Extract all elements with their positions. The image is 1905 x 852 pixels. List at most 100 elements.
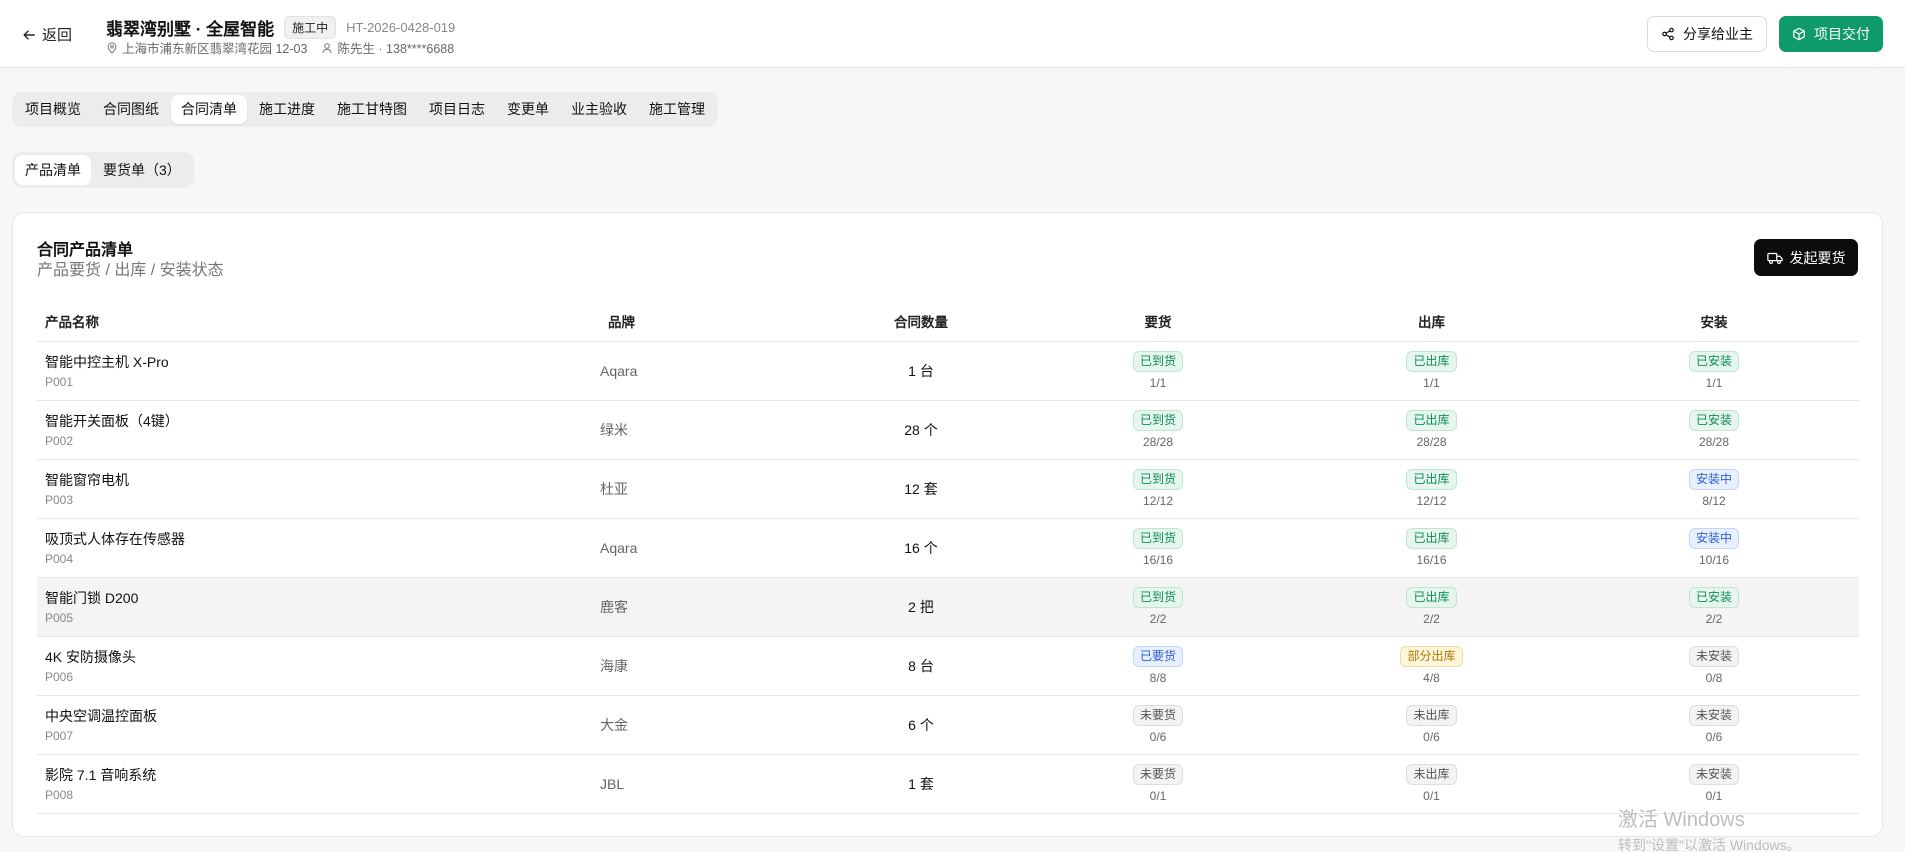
subtab-requisitions[interactable]: 要货单（3）	[93, 155, 191, 185]
product-code: P005	[45, 611, 74, 625]
outbound-status-badge: 未出库	[1406, 764, 1457, 785]
installation-status-badge: 已安装	[1688, 587, 1739, 608]
requisition-status-badge: 已要货	[1132, 646, 1183, 667]
requisition-progress: 1/1	[1149, 376, 1167, 390]
product-cell: 智能门锁 D200 P005	[37, 577, 600, 637]
brand-cell: 绿米	[600, 400, 820, 460]
product-name: 智能中控主机 X-Pro	[45, 354, 169, 370]
installation-status-badge: 未安装	[1688, 764, 1739, 785]
outbound-progress: 16/16	[1416, 553, 1447, 567]
product-code: P001	[45, 375, 74, 389]
subtab-product-list[interactable]: 产品清单	[15, 155, 91, 185]
outbound-progress: 0/1	[1423, 789, 1440, 803]
location-pin-icon	[107, 41, 117, 54]
contract-qty-cell: 6 个	[820, 695, 1022, 755]
back-button[interactable]: 返回	[22, 24, 72, 45]
requisition-progress: 8/8	[1149, 671, 1167, 685]
tab-progress[interactable]: 施工进度	[249, 95, 325, 124]
outbound-progress: 2/2	[1423, 612, 1440, 626]
contract-qty-cell: 1 套	[820, 754, 1022, 814]
tab-contract-drawings[interactable]: 合同图纸	[93, 95, 169, 124]
tab-project-log[interactable]: 项目日志	[419, 95, 495, 124]
brand-cell: 杜亚	[600, 459, 820, 519]
outbound-progress: 12/12	[1416, 494, 1447, 508]
contract-product-card: 合同产品清单 产品要货 / 出库 / 安装状态 发起要货 产品名称 品牌 合同数…	[12, 212, 1883, 837]
table-row[interactable]: 智能门锁 D200 P005 鹿客 2 把 已到货 2/2 已出库 2/2 已安…	[37, 577, 1859, 637]
installation-cell: 安装中 10/16	[1569, 518, 1859, 578]
share-icon	[1662, 27, 1674, 41]
requisition-status-badge: 已到货	[1132, 528, 1183, 549]
installation-progress: 0/6	[1705, 730, 1723, 744]
tab-contract-list[interactable]: 合同清单	[171, 95, 247, 124]
watermark-line1: 激活 Windows	[1618, 809, 1745, 831]
tab-gantt[interactable]: 施工甘特图	[327, 95, 417, 124]
outbound-progress: 4/8	[1423, 671, 1440, 685]
requisition-cell: 已到货 28/28	[1022, 400, 1294, 460]
requisition-cell: 未要货 0/6	[1022, 695, 1294, 755]
table-row[interactable]: 4K 安防摄像头 P006 海康 8 台 已要货 8/8 部分出库 4/8 未安…	[37, 636, 1859, 696]
installation-cell: 已安装 28/28	[1569, 400, 1859, 460]
brand-cell: 鹿客	[600, 577, 820, 637]
product-name: 中央空调温控面板	[45, 708, 157, 724]
installation-progress: 0/1	[1705, 789, 1723, 803]
product-code: P007	[45, 729, 74, 743]
contract-qty-cell: 28 个	[820, 400, 1022, 460]
share-to-owner-button[interactable]: 分享给业主	[1647, 16, 1767, 52]
product-table: 产品名称 品牌 合同数量 要货 出库 安装 智能中控主机 X-Pro P001 …	[37, 302, 1859, 814]
table-row[interactable]: 智能窗帘电机 P003 杜亚 12 套 已到货 12/12 已出库 12/12 …	[37, 459, 1859, 519]
table-row[interactable]: 影院 7.1 音响系统 P008 JBL 1 套 未要货 0/1 未出库 0/1…	[37, 754, 1859, 814]
table-row[interactable]: 吸顶式人体存在传感器 P004 Aqara 16 个 已到货 16/16 已出库…	[37, 518, 1859, 578]
installation-cell: 未安装 0/8	[1569, 636, 1859, 696]
col-brand: 品牌	[600, 302, 820, 342]
main-tabs: 项目概览 合同图纸 合同清单 施工进度 施工甘特图 项目日志 变更单 业主验收 …	[12, 92, 718, 127]
brand-cell: JBL	[600, 754, 820, 814]
tab-overview[interactable]: 项目概览	[15, 95, 91, 124]
installation-progress: 8/12	[1702, 494, 1726, 508]
installation-status-badge: 未安装	[1688, 705, 1739, 726]
outbound-status-badge: 已出库	[1406, 469, 1457, 490]
product-name: 智能门锁 D200	[45, 590, 139, 606]
table-body: 智能中控主机 X-Pro P001 Aqara 1 台 已到货 1/1 已出库 …	[37, 341, 1859, 814]
outbound-cell: 已出库 2/2	[1294, 577, 1569, 637]
table-row[interactable]: 智能中控主机 X-Pro P001 Aqara 1 台 已到货 1/1 已出库 …	[37, 341, 1859, 401]
project-deliver-button[interactable]: 项目交付	[1779, 16, 1883, 52]
installation-status-badge: 已安装	[1688, 351, 1739, 372]
tab-change-order[interactable]: 变更单	[497, 95, 559, 124]
outbound-cell: 部分出库 4/8	[1294, 636, 1569, 696]
requisition-progress: 12/12	[1142, 494, 1174, 508]
project-code: HT-2026-0428-019	[346, 20, 456, 35]
outbound-progress: 0/6	[1423, 730, 1440, 744]
table-row[interactable]: 智能开关面板（4键） P002 绿米 28 个 已到货 28/28 已出库 28…	[37, 400, 1859, 460]
brand-cell: Aqara	[600, 518, 820, 578]
outbound-cell: 已出库 12/12	[1294, 459, 1569, 519]
outbound-status-badge: 已出库	[1406, 587, 1457, 608]
requisition-status-badge: 未要货	[1132, 705, 1183, 726]
requisition-progress: 2/2	[1149, 612, 1167, 626]
col-outbound: 出库	[1294, 302, 1569, 342]
table-row[interactable]: 中央空调温控面板 P007 大金 6 个 未要货 0/6 未出库 0/6 未安装…	[37, 695, 1859, 755]
installation-status-badge: 未安装	[1688, 646, 1739, 667]
contract-qty-cell: 1 台	[820, 341, 1022, 401]
outbound-progress: 28/28	[1416, 435, 1447, 449]
tab-construction-mgmt[interactable]: 施工管理	[639, 95, 715, 124]
contract-qty-cell: 12 套	[820, 459, 1022, 519]
installation-progress: 0/8	[1705, 671, 1723, 685]
outbound-cell: 已出库 28/28	[1294, 400, 1569, 460]
contract-qty-cell: 16 个	[820, 518, 1022, 578]
product-cell: 影院 7.1 音响系统 P008	[37, 754, 600, 814]
table-header-row: 产品名称 品牌 合同数量 要货 出库 安装	[37, 302, 1859, 342]
product-cell: 智能窗帘电机 P003	[37, 459, 600, 519]
page-header: 返回 翡翠湾别墅 · 全屋智能 施工中 HT-2026-0428-019 上海市…	[0, 0, 1905, 68]
requisition-progress: 16/16	[1142, 553, 1174, 567]
outbound-status-badge: 已出库	[1406, 351, 1457, 372]
project-meta: 上海市浦东新区翡翠湾花园 12-03 陈先生 · 138****6688	[106, 38, 454, 57]
tab-owner-acceptance[interactable]: 业主验收	[561, 95, 637, 124]
start-requisition-button[interactable]: 发起要货	[1754, 239, 1858, 276]
project-address: 上海市浦东新区翡翠湾花园 12-03	[122, 42, 308, 56]
user-icon	[322, 42, 333, 53]
sub-tabs: 产品清单 要货单（3）	[12, 152, 194, 188]
requisition-cell: 已要货 8/8	[1022, 636, 1294, 696]
requisition-progress: 0/1	[1149, 789, 1167, 803]
product-code: P006	[45, 670, 74, 684]
product-cell: 智能开关面板（4键） P002	[37, 400, 600, 460]
